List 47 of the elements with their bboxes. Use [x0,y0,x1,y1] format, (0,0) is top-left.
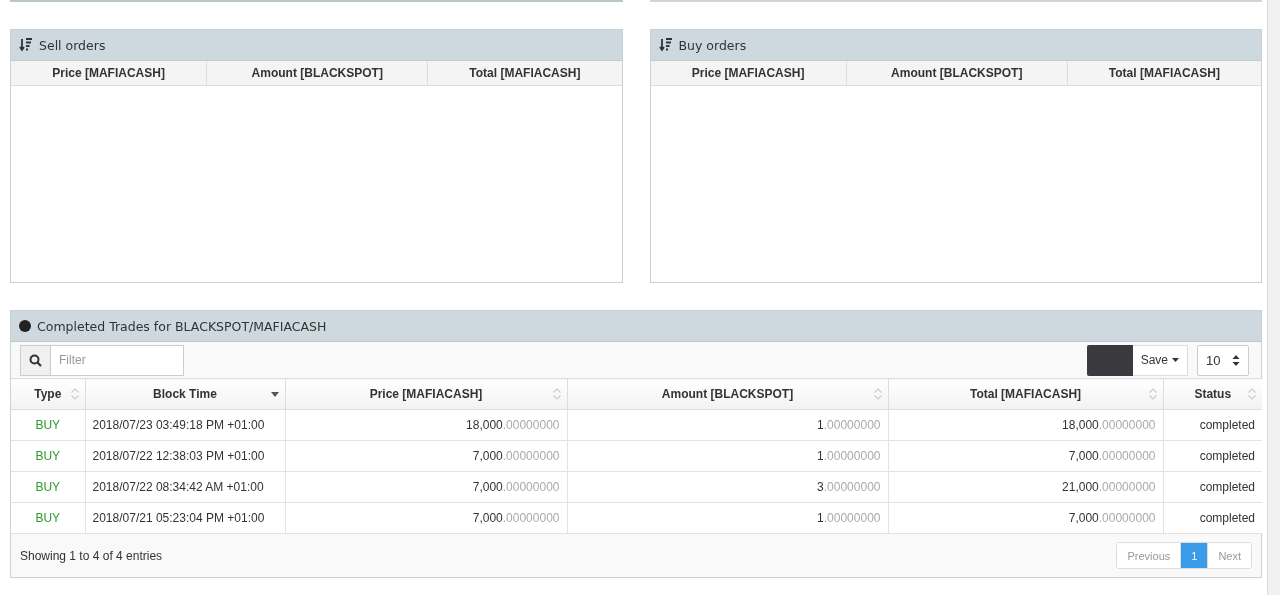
time-cell: 2018/07/22 08:34:42 AM +01:00 [85,471,285,503]
column-header[interactable]: Total [MAFIACASH] [888,378,1163,410]
panel-title: Buy orders [678,37,747,53]
caret-icon [1172,358,1179,362]
dot-icon [19,320,31,332]
type-cell: BUY [11,409,85,441]
type-cell: BUY [11,440,85,472]
panel-title: Completed Trades for BLACKSPOT/MAFIACASH [37,318,327,334]
time-cell: 2018/07/23 03:49:18 PM +01:00 [85,409,285,441]
column-header[interactable]: Amount [BLACKSPOT] [846,61,1068,85]
amount-cell: 1.00000000 [567,502,888,534]
scrollbar[interactable] [1267,0,1280,595]
sort-icon [658,37,673,53]
amount-cell: 1.00000000 [567,440,888,472]
page-length-select[interactable]: 10 [1197,344,1249,376]
total-cell: 21,000.00000000 [888,471,1163,503]
type-cell: BUY [11,502,85,534]
price-cell: 7,000.00000000 [285,471,567,503]
total-cell: 7,000.00000000 [888,502,1163,534]
price-cell: 18,000.00000000 [285,409,567,441]
panel-title: Sell orders [39,37,106,53]
time-cell: 2018/07/21 05:23:04 PM +01:00 [85,502,285,534]
column-header[interactable]: Total [MAFIACASH] [428,61,622,85]
amount-cell: 1.00000000 [567,409,888,441]
stepper-icon [1232,354,1240,366]
sort-icon [19,37,33,53]
column-header[interactable]: Price [MAFIACASH] [650,61,847,85]
column-header[interactable]: Price [MAFIACASH] [285,378,567,410]
column-header[interactable]: Block Time [85,378,285,410]
type-cell: BUY [11,471,85,503]
search-icon [29,353,42,367]
price-cell: 7,000.00000000 [285,440,567,472]
column-header[interactable]: Total [MAFIACASH] [1067,61,1261,85]
total-cell: 18,000.00000000 [888,409,1163,441]
export-button[interactable] [1086,344,1133,376]
price-cell: 7,000.00000000 [285,502,567,534]
column-header[interactable]: Type [11,378,85,410]
column-header[interactable]: Status [1163,378,1262,410]
save-button[interactable]: Save [1132,344,1188,376]
column-header[interactable]: Amount [BLACKSPOT] [207,61,429,85]
time-cell: 2018/07/22 12:38:03 PM +01:00 [85,440,285,472]
amount-cell: 3.00000000 [567,471,888,503]
column-header[interactable]: Price [MAFIACASH] [11,61,208,85]
total-cell: 7,000.00000000 [888,440,1163,472]
filter-field[interactable]: Filter [51,344,184,376]
column-header[interactable]: Amount [BLACKSPOT] [567,378,888,410]
entries-info: Showing 1 to 4 of 4 entries [20,548,163,563]
